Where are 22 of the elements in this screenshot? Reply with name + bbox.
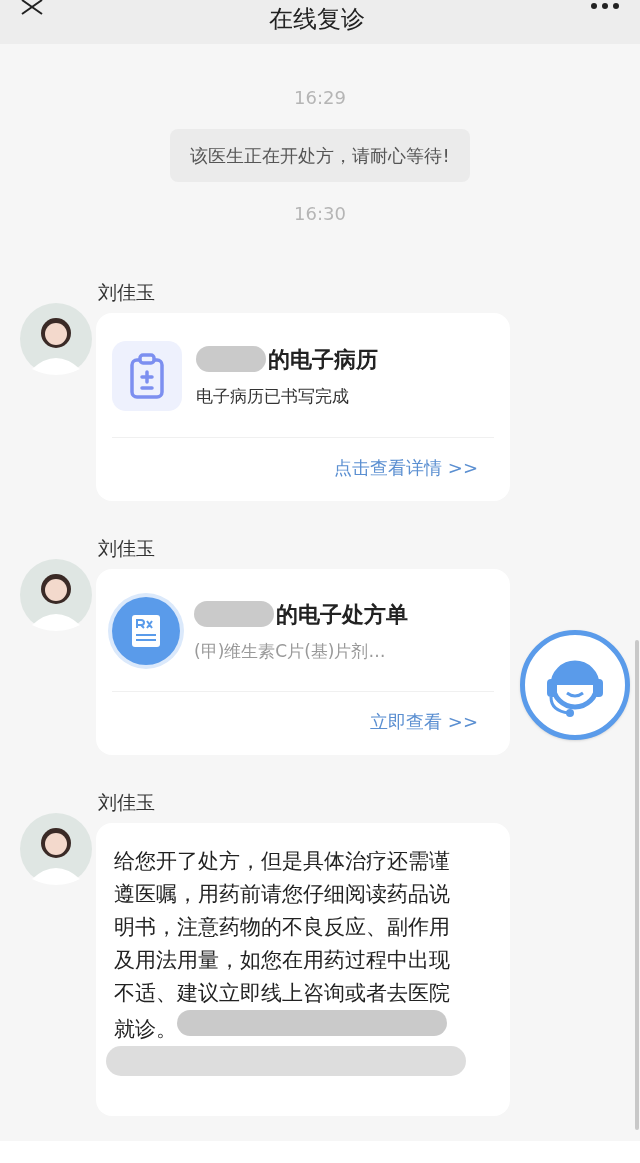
window-title: 在线复诊 xyxy=(269,4,365,34)
message-text: 给您开了处方，但是具体治疗还需谨 遵医嘱，用药前请您仔细阅读药品说 明书，注意药物的不良反应、副作用 及用法用量，如您在用药过程中出现 不适、建议立即线上咨询或者去医院 就诊。 xyxy=(114,848,451,1043)
card-subtitle: 电子病历已书写完成 xyxy=(196,384,350,408)
timestamp: 16:29 xyxy=(294,86,346,110)
doctor-avatar xyxy=(20,559,92,631)
message-card[interactable]: 的电子病历 电子病历已书写完成 点击查看详情 >> xyxy=(96,313,510,501)
card-title: 的电子病历 xyxy=(268,345,378,374)
system-notice: 该医生正在开处方，请耐心等待! xyxy=(170,129,470,182)
redaction-blur xyxy=(196,346,266,373)
close-icon[interactable] xyxy=(20,0,44,16)
sender-name: 刘佳玉 xyxy=(98,281,156,303)
more-icon[interactable] xyxy=(590,0,620,12)
card-subtitle: (甲)维生素C片(基)片剂… xyxy=(194,639,387,663)
doctor-avatar xyxy=(20,813,92,885)
prescription-icon xyxy=(112,597,180,665)
message-card[interactable]: 的电子处方单 (甲)维生素C片(基)片剂… 立即查看 >> xyxy=(96,569,510,755)
timestamp: 16:30 xyxy=(294,202,346,226)
sender-name: 刘佳玉 xyxy=(98,791,156,813)
sender-name: 刘佳玉 xyxy=(98,537,156,559)
clipboard-icon xyxy=(112,341,182,411)
card-title: 的电子处方单 xyxy=(276,600,408,629)
doctor-avatar xyxy=(20,303,92,375)
